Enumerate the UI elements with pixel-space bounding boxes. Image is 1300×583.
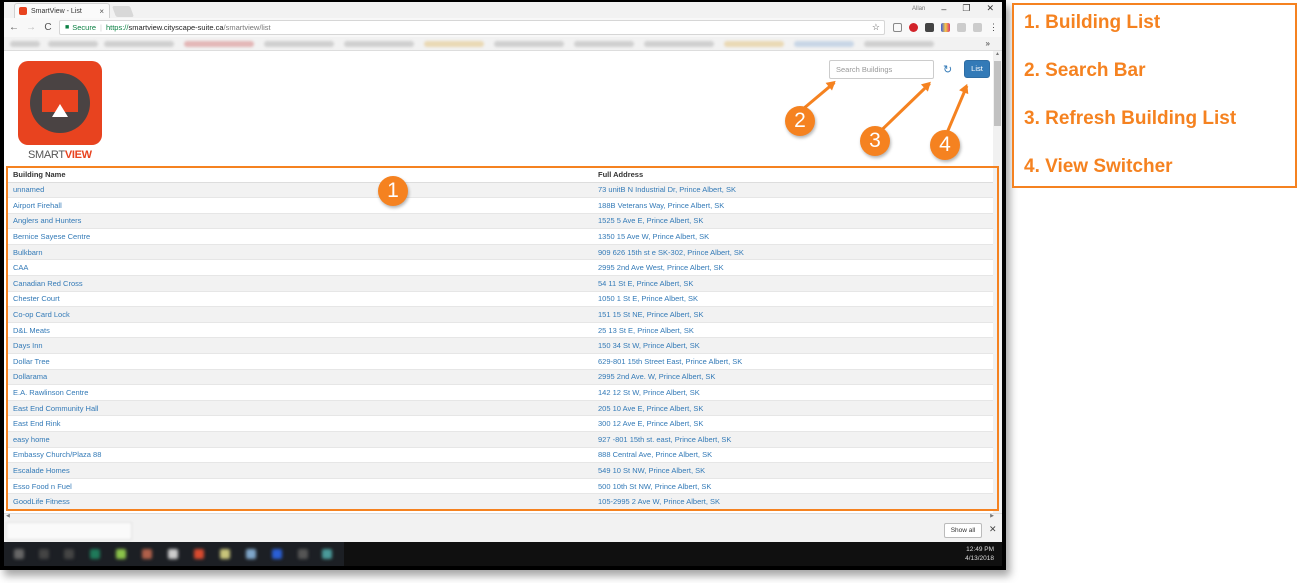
address-bar[interactable]: ■ Secure | https:// smartview.cityscape-…: [59, 20, 885, 35]
bookmarks-bar: »: [4, 37, 1002, 51]
vertical-scroll-thumb[interactable]: [994, 61, 1001, 126]
bookmark-item[interactable]: [864, 41, 934, 47]
close-window-icon[interactable]: ✕: [986, 3, 994, 14]
tab-close-icon[interactable]: ×: [99, 7, 104, 16]
annotation-badge-4: 4: [930, 130, 960, 160]
url-host: smartview.cityscape-suite.ca: [128, 23, 224, 32]
tab-strip: SmartView - List × Allan – ❐ ✕: [4, 2, 1002, 18]
bookmark-item[interactable]: [494, 41, 564, 47]
bookmark-item[interactable]: [104, 41, 174, 47]
logo-cast-triangle-icon: [52, 104, 68, 117]
horizontal-scrollbar[interactable]: ◀ ▶: [4, 513, 1002, 520]
restore-icon[interactable]: ❐: [962, 3, 970, 14]
bookmark-item[interactable]: [644, 41, 714, 47]
forward-icon[interactable]: →: [24, 22, 38, 33]
taskbar-app-icon[interactable]: [90, 549, 100, 559]
lock-icon: ■: [65, 24, 70, 31]
scroll-right-icon[interactable]: ▶: [990, 513, 994, 519]
smartview-favicon-icon: [19, 7, 27, 15]
refresh-icon[interactable]: ↻: [943, 63, 952, 76]
taskbar-app-icon[interactable]: [142, 549, 152, 559]
view-switcher-button[interactable]: List: [964, 60, 990, 78]
browser-tab[interactable]: SmartView - List ×: [14, 3, 110, 18]
clock-date: 4/13/2018: [965, 555, 994, 562]
taskbar-app-icon[interactable]: [322, 549, 332, 559]
download-bar: Show all ✕: [4, 520, 1002, 542]
close-download-bar-icon[interactable]: ✕: [989, 524, 997, 535]
legend-item-search-bar: 2. Search Bar: [1024, 60, 1146, 81]
color-extension-icon[interactable]: [941, 23, 950, 32]
smartview-logo: [18, 61, 102, 145]
taskbar-app-icon[interactable]: [272, 549, 282, 559]
browser-toolbar: ← → C ■ Secure | https:// smartview.city…: [4, 18, 1002, 37]
browser-menu-icon[interactable]: ⋮: [989, 22, 998, 33]
taskbar-app-icon[interactable]: [64, 549, 74, 559]
bookmark-star-icon[interactable]: ☆: [872, 22, 880, 33]
bookmark-item[interactable]: [264, 41, 334, 47]
url-scheme: https://: [105, 23, 129, 32]
taskbar-app-icon[interactable]: [298, 549, 308, 559]
new-tab-button[interactable]: [111, 6, 135, 17]
taskbar-app-icon[interactable]: [194, 549, 204, 559]
scroll-up-icon[interactable]: ▲: [995, 51, 1000, 57]
search-buildings-input[interactable]: [829, 60, 934, 79]
scroll-left-icon[interactable]: ◀: [6, 513, 10, 519]
back-icon[interactable]: ←: [7, 22, 21, 33]
legend-item-view-switcher: 4. View Switcher: [1024, 156, 1173, 177]
window-controls: Allan – ❐ ✕: [912, 3, 994, 14]
reload-icon[interactable]: C: [41, 22, 55, 33]
bookmark-item[interactable]: [794, 41, 854, 47]
annotation-badge-2: 2: [785, 106, 815, 136]
bookmarks-overflow-icon[interactable]: »: [986, 39, 990, 48]
taskbar-app-icon[interactable]: [39, 549, 49, 559]
annotation-badge-1: 1: [378, 176, 408, 206]
taskbar-clock[interactable]: 12:49 PM 4/13/2018: [965, 545, 994, 563]
extension-icon[interactable]: [973, 23, 982, 32]
minimize-icon[interactable]: –: [941, 4, 946, 14]
brand-name: SMARTVIEW: [28, 149, 92, 161]
clock-time: 12:49 PM: [966, 546, 994, 553]
extension-icon[interactable]: [957, 23, 966, 32]
bookmark-item[interactable]: [424, 41, 484, 47]
download-item[interactable]: [6, 522, 132, 540]
legend-item-refresh-building-list: 3. Refresh Building List: [1024, 108, 1237, 129]
adblock-extension-icon[interactable]: [909, 23, 918, 32]
bookmark-item[interactable]: [10, 41, 40, 47]
taskbar-app-icon[interactable]: [246, 549, 256, 559]
bookmark-item[interactable]: [724, 41, 784, 47]
annotation-legend: 1. Building List 2. Search Bar 3. Refres…: [1012, 3, 1297, 188]
profile-label[interactable]: Allan: [912, 6, 925, 12]
taskbar-apps: [4, 542, 344, 566]
annotation-badge-3: 3: [860, 126, 890, 156]
taskbar-app-icon[interactable]: [168, 549, 178, 559]
omnibox-divider: |: [100, 23, 102, 32]
legend-item-building-list: 1. Building List: [1024, 12, 1161, 33]
bookmark-item[interactable]: [48, 41, 98, 47]
reader-extension-icon[interactable]: [893, 23, 902, 32]
taskbar-app-icon[interactable]: [116, 549, 126, 559]
pocket-extension-icon[interactable]: [925, 23, 934, 32]
extension-icons: ⋮: [893, 22, 998, 33]
secure-label: Secure: [72, 23, 96, 32]
url-path: /smartview/list: [223, 23, 271, 32]
taskbar-app-icon[interactable]: [14, 549, 24, 559]
taskbar-app-icon[interactable]: [220, 549, 230, 559]
windows-taskbar: 12:49 PM 4/13/2018: [4, 542, 1002, 566]
bookmark-item[interactable]: [344, 41, 414, 47]
tab-title: SmartView - List: [31, 7, 82, 15]
building-list-highlight: [6, 166, 999, 511]
show-all-downloads-button[interactable]: Show all: [944, 523, 982, 538]
bookmark-item[interactable]: [184, 41, 254, 47]
bookmark-item[interactable]: [574, 41, 634, 47]
